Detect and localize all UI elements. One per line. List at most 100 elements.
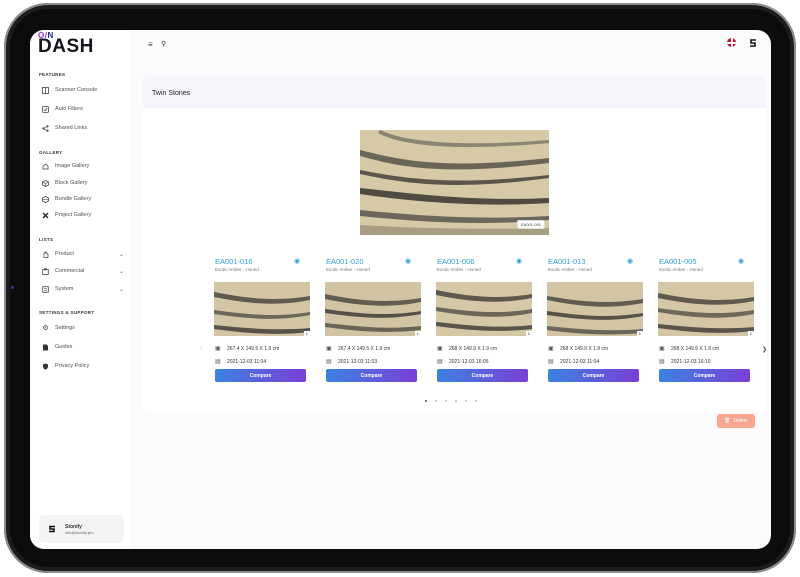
image-count-badge: 1 — [303, 331, 310, 336]
card-subtitle: Exotic Amber - Honed — [326, 267, 370, 272]
sidebar-item-label: System — [55, 286, 74, 292]
sidebar-item-label: Project Gallery — [55, 212, 92, 218]
chevron-down-icon: ⌄ — [118, 251, 124, 258]
eye-icon[interactable]: ◉ — [516, 257, 522, 265]
compare-button[interactable]: Compare — [659, 369, 750, 382]
card-code[interactable]: EA001-020 — [326, 257, 364, 266]
eye-icon[interactable]: ◉ — [405, 257, 411, 265]
stonify-logo-icon — [49, 525, 55, 533]
card-code[interactable]: EA001-013 — [548, 257, 586, 266]
carousel-dot[interactable] — [435, 400, 437, 402]
search-icon[interactable]: ⚲ — [161, 40, 166, 48]
card-date: ▤ 2021-12-03 16:05 — [437, 358, 489, 366]
carousel-dot[interactable] — [425, 400, 427, 402]
card-subtitle: Exotic Amber - Honed — [437, 267, 481, 272]
eye-icon[interactable]: ◉ — [294, 257, 300, 265]
sidebar-item-privacy-policy[interactable]: Privacy Policy — [42, 360, 124, 372]
card-date: ▤ 2021-12-03 16:10 — [659, 358, 711, 366]
ruler-icon: ▣ — [548, 346, 554, 352]
profile-text: Stonify info@stonify.pro — [65, 524, 94, 535]
sidebar-item-block-gallery[interactable]: Block Gallery — [42, 177, 124, 189]
carousel-prev-icon[interactable]: ‹ — [200, 346, 202, 352]
camera-dot — [11, 286, 14, 289]
stonify-logo-icon[interactable] — [748, 38, 758, 48]
cube-icon — [42, 179, 49, 187]
share-icon — [42, 124, 49, 132]
ruler-icon: ▣ — [326, 346, 332, 352]
chevron-down-icon: ⌄ — [118, 268, 124, 275]
shield-icon — [42, 363, 49, 370]
menu-icon[interactable]: ≡ — [148, 40, 153, 49]
sidebar-item-auto-filters[interactable]: Auto Filters — [42, 103, 124, 115]
card-dimensions: ▣ 268 X 149.9 X 1.9 cm — [548, 345, 609, 353]
trash-icon: 🗑 — [724, 418, 731, 424]
card-date: ▤ 2021-12-03 11:03 — [326, 358, 378, 366]
hero-code-tag: EA001-001 — [517, 220, 546, 229]
project-icon — [42, 212, 49, 219]
eye-icon[interactable]: ◉ — [738, 257, 744, 265]
sidebar-item-label: Privacy Policy — [55, 363, 90, 369]
calendar-icon: ▤ — [215, 359, 221, 365]
card-dimensions: ▣ 268 X 149.9 X 1.9 cm — [659, 345, 720, 353]
twin-stones-panel: Twin Stones EA001-001 ‹ ❯ EA001-016 Exot… — [143, 76, 767, 412]
sidebar-item-label: Guides — [55, 344, 73, 350]
carousel-dot[interactable] — [455, 400, 457, 402]
ruler-icon: ▣ — [215, 346, 221, 352]
uk-flag-icon[interactable] — [727, 38, 736, 47]
sidebar: O/N DASH FEATURES Scanner Console Auto F… — [30, 30, 131, 549]
section-features: FEATURES — [39, 72, 66, 77]
ruler-icon: ▣ — [659, 346, 665, 352]
scanner-icon — [42, 86, 49, 94]
user-profile[interactable]: Stonify info@stonify.pro — [39, 515, 124, 543]
card-date: ▤ 2021-12-03 11:04 — [548, 358, 600, 366]
carousel-next-icon[interactable]: ❯ — [762, 346, 767, 353]
sidebar-item-scanner-console[interactable]: Scanner Console — [42, 84, 124, 96]
sidebar-item-label: Auto Filters — [55, 106, 83, 112]
sidebar-item-system[interactable]: System ⌄ — [42, 283, 124, 295]
sidebar-item-settings[interactable]: ⚙ Settings — [42, 322, 124, 334]
carousel-dot[interactable] — [465, 400, 467, 402]
image-count-badge: 1 — [525, 331, 532, 336]
carousel-dot[interactable] — [475, 400, 477, 402]
card-thumbnail[interactable]: 1 — [658, 282, 754, 336]
section-gallery: GALLERY — [39, 150, 63, 155]
compare-button[interactable]: Compare — [548, 369, 639, 382]
card-thumbnail[interactable]: 1 — [214, 282, 310, 336]
carousel-dot[interactable] — [445, 400, 447, 402]
card-thumbnail[interactable]: 1 — [547, 282, 643, 336]
sidebar-item-project-gallery[interactable]: Project Gallery — [42, 209, 124, 221]
sidebar-item-commercial[interactable]: Commercial ⌄ — [42, 265, 124, 277]
eye-icon[interactable]: ◉ — [627, 257, 633, 265]
carousel-pagination — [425, 400, 485, 402]
hand-icon — [42, 251, 49, 258]
slab-image — [658, 282, 754, 336]
sidebar-item-shared-links[interactable]: Shared Links — [42, 122, 124, 134]
sidebar-item-label: Image Gallery — [55, 163, 90, 169]
sidebar-item-guides[interactable]: Guides — [42, 341, 124, 353]
app-screen: O/N DASH FEATURES Scanner Console Auto F… — [30, 30, 771, 549]
system-icon — [42, 285, 49, 293]
card-code[interactable]: EA001-016 — [215, 257, 253, 266]
sidebar-item-product[interactable]: Product ⌄ — [42, 248, 124, 260]
sidebar-item-label: Product — [55, 251, 74, 257]
card-subtitle: Exotic Amber - Honed — [659, 267, 703, 272]
sidebar-item-image-gallery[interactable]: Image Gallery — [42, 160, 124, 172]
card-thumbnail[interactable]: 1 — [436, 282, 532, 336]
card-thumbnail[interactable]: 1 — [325, 282, 421, 336]
image-icon — [42, 162, 49, 170]
card-code[interactable]: EA001-005 — [659, 257, 697, 266]
compare-button[interactable]: Compare — [326, 369, 417, 382]
compare-button[interactable]: Compare — [215, 369, 306, 382]
document-icon — [42, 344, 49, 351]
page-title: Twin Stones — [152, 90, 191, 97]
app-logo[interactable]: O/N DASH — [38, 31, 94, 57]
slab-image — [547, 282, 643, 336]
card-subtitle: Exotic Amber - Honed — [548, 267, 592, 272]
sidebar-item-label: Bundle Gallery — [55, 196, 92, 202]
calendar-icon: ▤ — [548, 359, 554, 365]
sidebar-item-bundle-gallery[interactable]: Bundle Gallery — [42, 193, 124, 205]
compare-button[interactable]: Compare — [437, 369, 528, 382]
image-count-badge: 1 — [636, 331, 643, 336]
card-code[interactable]: EA001-006 — [437, 257, 475, 266]
delete-button[interactable]: 🗑 Delete — [717, 414, 755, 428]
